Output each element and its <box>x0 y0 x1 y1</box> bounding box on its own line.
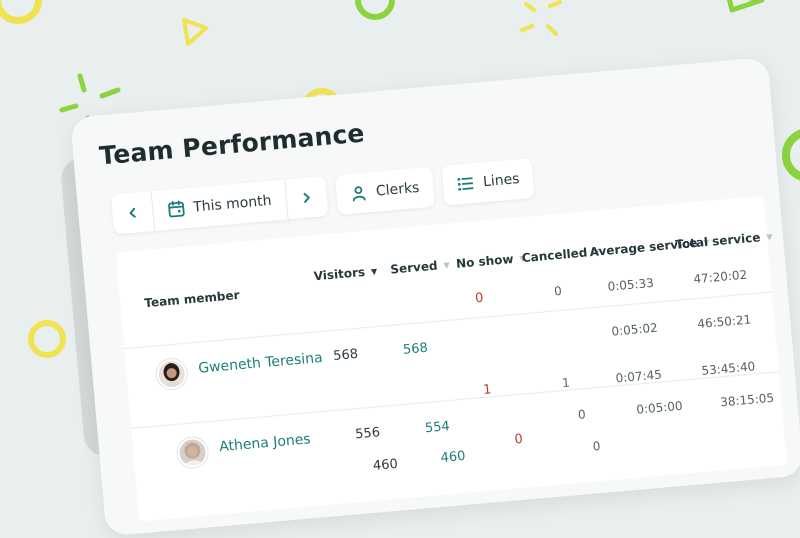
cancelled-value: 0 <box>592 439 602 454</box>
chevron-right-icon <box>303 192 310 203</box>
column-header-team-member[interactable]: Team member <box>144 288 240 310</box>
clerks-filter-button[interactable]: Clerks <box>334 166 436 216</box>
cancelled-value: 1 <box>561 375 571 391</box>
total-service-value: 46:50:21 <box>696 312 752 332</box>
total-service-value: 38:15:05 <box>719 390 775 410</box>
yellow-sparkle-decoration <box>520 0 562 36</box>
column-header-total-service[interactable]: Total service ▼ <box>675 229 773 251</box>
sort-icon: ▼ <box>765 231 773 242</box>
calendar-icon <box>168 200 185 218</box>
served-value: 568 <box>402 340 429 358</box>
lines-filter-label: Lines <box>482 171 521 191</box>
list-icon <box>457 177 474 191</box>
visitors-value: 568 <box>332 346 359 364</box>
column-header-cancelled[interactable]: Cancelled ▼ <box>521 244 600 265</box>
summary-cancelled: 0 <box>553 283 563 299</box>
person-icon <box>352 186 366 202</box>
visitors-value: 556 <box>354 425 381 443</box>
column-header-visitors[interactable]: Visitors ▼ <box>313 264 378 283</box>
page-title: Team Performance <box>98 118 366 171</box>
served-value: 460 <box>440 448 467 466</box>
sort-desc-icon: ▼ <box>370 266 378 276</box>
next-period-button[interactable] <box>285 176 328 219</box>
previous-period-button[interactable] <box>111 191 154 234</box>
date-range-selector: This month <box>110 176 329 235</box>
column-header-no-show[interactable]: No show ▼ <box>456 251 527 271</box>
average-service-value: 0:05:00 <box>635 398 684 417</box>
dashboard-card-wrapper: Team Performance This month Clerks Lines… <box>59 56 800 537</box>
date-range-label: This month <box>192 192 273 216</box>
performance-table: Team member Visitors ▼ Served ▼ No show … <box>115 195 787 522</box>
yellow-triangle-decoration <box>182 18 208 46</box>
green-ring-decoration <box>355 0 395 20</box>
date-range-button[interactable]: This month <box>150 179 289 232</box>
summary-average-service: 0:05:33 <box>607 275 655 294</box>
no-show-value: 0 <box>513 431 524 448</box>
member-name[interactable]: Gweneth Teresina <box>198 350 324 377</box>
avatar <box>155 357 188 391</box>
cancelled-value: 0 <box>577 407 587 422</box>
chevron-left-icon <box>129 207 136 218</box>
lines-filter-button[interactable]: Lines <box>441 157 536 206</box>
visitors-value: 460 <box>372 456 399 474</box>
column-header-served[interactable]: Served ▼ <box>390 257 451 277</box>
green-ring-decoration <box>782 128 800 182</box>
clerks-filter-label: Clerks <box>375 179 421 200</box>
green-triangle-decoration <box>726 0 765 13</box>
yellow-ring-decoration <box>0 0 42 24</box>
sort-icon: ▼ <box>443 259 451 270</box>
average-service-value: 0:05:02 <box>610 320 659 339</box>
yellow-ring-decoration <box>28 320 66 358</box>
served-value: 554 <box>424 419 451 437</box>
team-performance-card: Team Performance This month Clerks Lines… <box>70 56 800 537</box>
summary-no-show: 0 <box>474 290 485 307</box>
